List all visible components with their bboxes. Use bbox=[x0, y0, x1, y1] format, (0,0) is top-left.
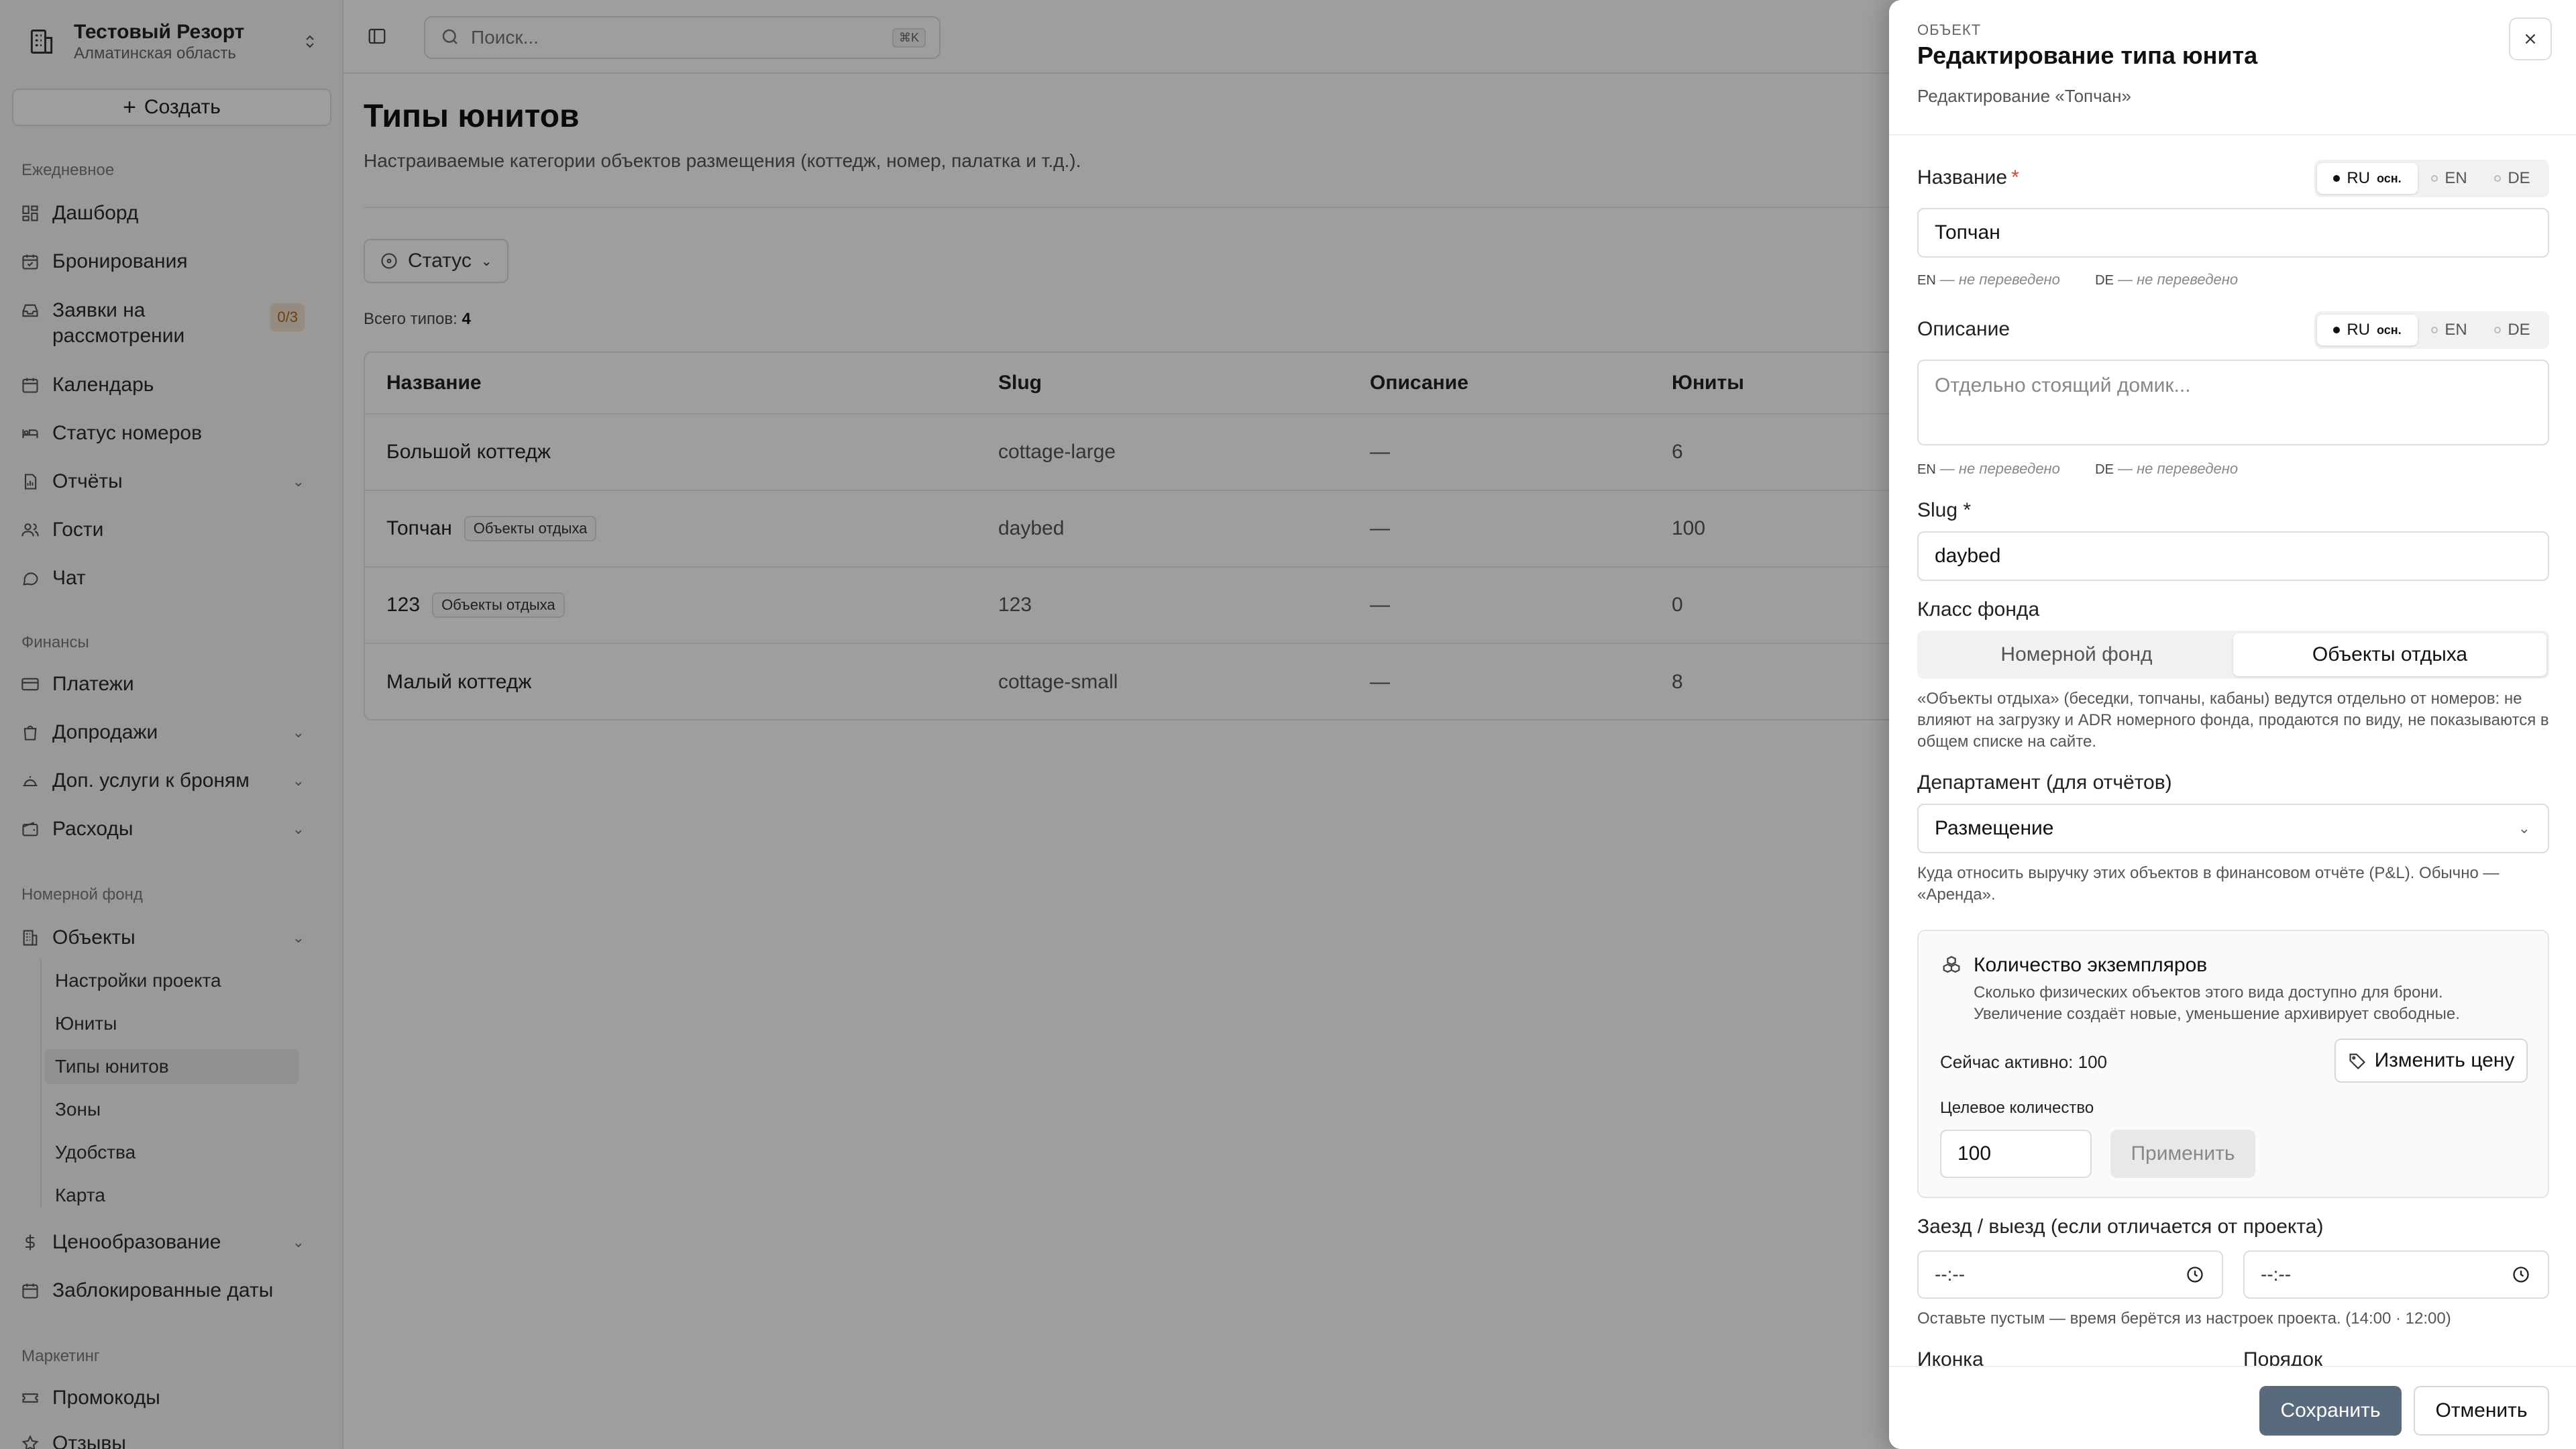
divider bbox=[1889, 134, 2576, 136]
checkin-help: Оставьте пустым — время берётся из настр… bbox=[1917, 1309, 2451, 1328]
lang-tab-en[interactable]: EN bbox=[2418, 315, 2481, 345]
lang-tab-de[interactable]: DE bbox=[2481, 163, 2544, 194]
description-label: Описание bbox=[1917, 318, 2010, 340]
department-select[interactable]: Размещение ⌄ bbox=[1917, 804, 2549, 853]
target-count-label: Целевое количество bbox=[1940, 1099, 2094, 1117]
instances-description: Сколько физических объектов этого вида д… bbox=[1974, 983, 2460, 1023]
drawer-footer: Сохранить Отменить bbox=[1889, 1366, 2576, 1449]
close-button[interactable] bbox=[2509, 17, 2552, 60]
app-root: Тестовый Резорт Алматинская область + Со… bbox=[0, 0, 2576, 1449]
close-icon bbox=[2522, 30, 2539, 48]
target-count-input[interactable]: 100 bbox=[1940, 1130, 2092, 1178]
change-price-button[interactable]: Изменить цену bbox=[2334, 1038, 2528, 1083]
boxes-icon bbox=[1940, 954, 1963, 977]
department-label: Департамент (для отчётов) bbox=[1917, 771, 2172, 794]
clock-icon bbox=[2512, 1265, 2530, 1284]
cancel-button[interactable]: Отменить bbox=[2414, 1386, 2549, 1436]
lang-tab-ru[interactable]: RU осн. bbox=[2317, 315, 2418, 345]
description-textarea[interactable]: Отдельно стоящий домик... bbox=[1917, 360, 2549, 445]
lang-tab-de[interactable]: DE bbox=[2481, 315, 2544, 345]
chevron-down-icon: ⌄ bbox=[2518, 820, 2530, 837]
description-translation-status: EN — не переведено DE — не переведено bbox=[1917, 460, 2239, 477]
name-translation-status: EN — не переведено DE — не переведено bbox=[1917, 271, 2239, 288]
lang-tab-ru[interactable]: RU осн. bbox=[2317, 163, 2418, 194]
stock-class-label: Класс фонда bbox=[1917, 598, 2040, 621]
department-help: Куда относить выручку этих объектов в фи… bbox=[1917, 864, 2500, 904]
name-label: Название * bbox=[1917, 166, 2019, 189]
drawer-title: Редактирование типа юнита bbox=[1917, 42, 2258, 69]
stock-class-toggle: Номерной фонд Объекты отдыха bbox=[1917, 631, 2549, 679]
tag-icon bbox=[2348, 1051, 2367, 1070]
name-language-switch: RU осн. EN DE bbox=[2314, 160, 2549, 197]
checkin-time-input[interactable]: --:-- bbox=[1917, 1250, 2223, 1299]
apply-button[interactable]: Применить bbox=[2110, 1130, 2255, 1178]
checkin-label: Заезд / выезд (если отличается от проект… bbox=[1917, 1216, 2324, 1238]
instances-active: Сейчас активно: 100 bbox=[1940, 1052, 2108, 1072]
stock-class-help: «Объекты отдыха» (беседки, топчаны, каба… bbox=[1917, 690, 2549, 751]
stock-class-leisure[interactable]: Объекты отдыха bbox=[2233, 633, 2546, 676]
instances-card: Количество экземпляров Сколько физически… bbox=[1917, 930, 2549, 1198]
lang-tab-en[interactable]: EN bbox=[2418, 163, 2481, 194]
description-language-switch: RU осн. EN DE bbox=[2314, 311, 2549, 349]
instances-title: Количество экземпляров bbox=[1974, 954, 2208, 976]
drawer-eyebrow: ОБЪЕКТ bbox=[1917, 21, 1982, 38]
slug-label: Slug * bbox=[1917, 499, 1972, 521]
name-input[interactable]: Топчан bbox=[1917, 208, 2549, 258]
slug-input[interactable]: daybed bbox=[1917, 531, 2549, 581]
stock-class-rooms[interactable]: Номерной фонд bbox=[1920, 633, 2233, 676]
edit-unit-type-drawer: ОБЪЕКТ Редактирование типа юнита Редакти… bbox=[1889, 0, 2576, 1449]
clock-icon bbox=[2186, 1265, 2204, 1284]
save-button[interactable]: Сохранить bbox=[2259, 1386, 2402, 1436]
drawer-subtitle: Редактирование «Топчан» bbox=[1917, 86, 2131, 106]
checkout-time-input[interactable]: --:-- bbox=[2243, 1250, 2549, 1299]
